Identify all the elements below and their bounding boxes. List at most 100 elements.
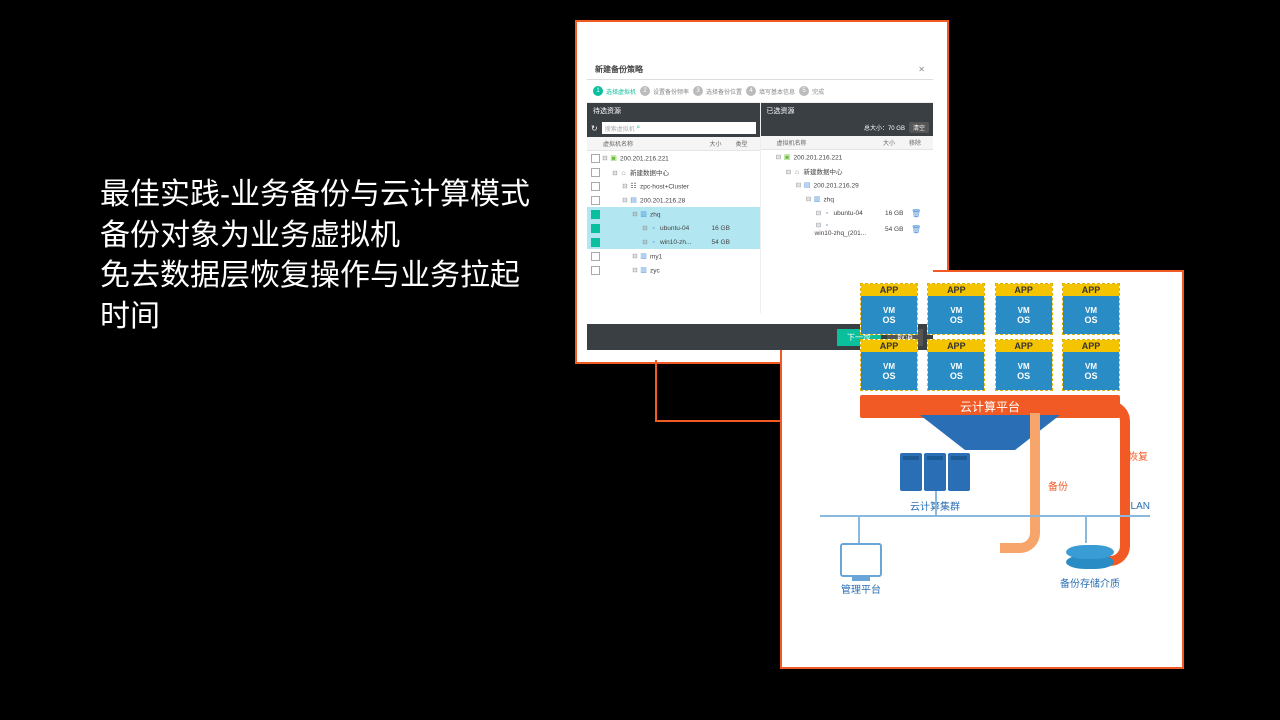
vm-box: APPVMOS xyxy=(927,339,985,391)
tree-row[interactable]: ⊟▥my1 xyxy=(587,249,760,263)
tree-row[interactable]: ⊟▫ubuntu-0416 GB xyxy=(587,221,760,235)
vm-icon: ▫ xyxy=(649,238,658,247)
vm-box: APPVMOS xyxy=(1062,339,1120,391)
selected-panel: 已选资源 总大小：70 GB 清空 虚拟机名称大小移除 ⊟▣200.201.21… xyxy=(761,103,934,313)
title-line2: 备份对象为业务虚拟机 xyxy=(100,216,540,257)
node-label: 新建数据中心 xyxy=(630,170,669,177)
step-1[interactable]: 1选择虚拟机 xyxy=(593,86,636,96)
available-header: 待选资源 xyxy=(587,103,760,119)
folder-icon: ▥ xyxy=(639,210,648,219)
vm-box: APPVMOS xyxy=(995,283,1053,335)
tree-row[interactable]: ⊟▤200.201.216.28 xyxy=(587,193,760,207)
tree-row[interactable]: ⊟⌂新建数据中心 xyxy=(587,165,760,179)
vm-icon: ▫ xyxy=(649,224,658,233)
vm-box: APPVMOS xyxy=(995,339,1053,391)
col-name: 虚拟机名称 xyxy=(777,138,884,147)
title-block: 最佳实践-业务备份与云计算模式 备份对象为业务虚拟机 免去数据层恢复操作与业务拉… xyxy=(100,175,540,337)
restore-label: 恢复 xyxy=(1128,448,1148,463)
backup-storage: 备份存储介质 xyxy=(1060,541,1120,590)
title-line3: 免去数据层恢复操作与业务拉起时间 xyxy=(100,256,540,337)
vline xyxy=(935,491,937,516)
col-name: 虚拟机名称 xyxy=(603,139,710,148)
node-label: 新建数据中心 xyxy=(804,169,843,176)
available-tree[interactable]: ⊟▣200.201.216.221⊟⌂新建数据中心⊟☷zpc-host+Clus… xyxy=(587,151,760,313)
node-label: zyc xyxy=(650,267,660,274)
vm-box: APPVMOS xyxy=(860,339,918,391)
folder-icon: ▥ xyxy=(639,266,648,275)
vc-icon: ▣ xyxy=(783,153,792,162)
folder-icon: ▥ xyxy=(813,195,822,204)
backup-arrow xyxy=(1000,413,1040,553)
vline xyxy=(1085,515,1087,543)
total-size: 总大小：70 GB xyxy=(864,123,905,132)
node-label: ubuntu-04 xyxy=(834,210,863,217)
tree-row[interactable]: ⊟▫win10-zh...54 GB xyxy=(587,235,760,249)
tree-row[interactable]: ⊟▣200.201.216.221 xyxy=(587,151,760,165)
selected-header: 已选资源 xyxy=(761,103,934,119)
checkbox[interactable] xyxy=(591,182,600,191)
remove-icon[interactable]: 🗑 xyxy=(911,209,921,218)
architecture-diagram: APPVMOSAPPVMOSAPPVMOSAPPVMOS APPVMOSAPPV… xyxy=(800,283,1160,653)
node-label: win10-zhq_(201... xyxy=(815,230,867,237)
tree-row[interactable]: ⊟☷zpc-host+Cluster xyxy=(587,179,760,193)
step-3[interactable]: 3选择备份位置 xyxy=(693,86,742,96)
node-label: 200.201.216.29 xyxy=(814,182,859,189)
col-del: 移除 xyxy=(909,138,929,147)
node-label: 200.201.216.221 xyxy=(794,154,843,161)
checkbox[interactable] xyxy=(591,168,600,177)
col-size: 大小 xyxy=(883,138,909,147)
step-2[interactable]: 2设置备份频率 xyxy=(640,86,689,96)
tree-row[interactable]: ⊟▫win10-zhq_(201...54 GB🗑 xyxy=(761,220,934,238)
checkbox[interactable] xyxy=(591,252,600,261)
lan-line xyxy=(820,515,1150,517)
tree-row[interactable]: ⊟⌂新建数据中心 xyxy=(761,164,934,178)
host-icon: ▤ xyxy=(803,181,812,190)
tree-row[interactable]: ⊟▥zhq xyxy=(587,207,760,221)
node-label: my1 xyxy=(650,253,662,260)
vm-box: APPVMOS xyxy=(860,283,918,335)
checkbox[interactable] xyxy=(591,210,600,219)
lan-label: LAN xyxy=(1131,501,1150,512)
checkbox[interactable] xyxy=(591,154,600,163)
folder-icon: ▥ xyxy=(639,252,648,261)
dialog-titlebar: 新建备份策略 ✕ xyxy=(587,60,933,80)
node-label: win10-zh... xyxy=(660,239,691,246)
checkbox[interactable] xyxy=(591,266,600,275)
node-label: zhq xyxy=(650,211,660,218)
tree-row[interactable]: ⊟▤200.201.216.29 xyxy=(761,178,934,192)
vm-icon: ▫ xyxy=(823,209,832,218)
remove-icon[interactable]: 🗑 xyxy=(911,225,921,234)
search-input[interactable]: 搜索虚拟机 ⌕ xyxy=(602,122,756,134)
dc-icon: ⌂ xyxy=(619,169,628,178)
vc-icon: ▣ xyxy=(609,154,618,163)
col-size: 大小 xyxy=(710,139,736,148)
checkbox[interactable] xyxy=(591,196,600,205)
clear-button[interactable]: 清空 xyxy=(909,122,929,133)
close-icon[interactable]: ✕ xyxy=(918,65,925,74)
disk-icon xyxy=(1066,545,1114,559)
slide: 最佳实践-业务备份与云计算模式 备份对象为业务虚拟机 免去数据层恢复操作与业务拉… xyxy=(0,0,1280,720)
vline xyxy=(858,515,860,545)
checkbox[interactable] xyxy=(591,238,600,247)
vm-box: APPVMOS xyxy=(927,283,985,335)
step-5[interactable]: 5完成 xyxy=(799,86,824,96)
tree-row[interactable]: ⊟▣200.201.216.221 xyxy=(761,150,934,164)
refresh-icon[interactable]: ↻ xyxy=(591,124,598,133)
node-label: zpc-host+Cluster xyxy=(640,183,689,190)
vm-icon: ▫ xyxy=(823,221,832,230)
tree-row[interactable]: ⊟▥zyc xyxy=(587,263,760,277)
dialog-title: 新建备份策略 xyxy=(595,64,643,75)
search-icon[interactable]: ⌕ xyxy=(636,124,640,132)
tree-row[interactable]: ⊟▥zhq xyxy=(761,192,934,206)
col-type: 类型 xyxy=(736,139,756,148)
checkbox[interactable] xyxy=(591,224,600,233)
available-panel: 待选资源 ↻ 搜索虚拟机 ⌕ 虚拟机名称大小类型 ⊟▣200.201.216.2… xyxy=(587,103,761,313)
tree-row[interactable]: ⊟▫ubuntu-0416 GB🗑 xyxy=(761,206,934,220)
node-label: 200.201.216.221 xyxy=(620,155,669,162)
node-label: ubuntu-04 xyxy=(660,225,689,232)
backup-label: 备份 xyxy=(1048,478,1068,493)
dc-icon: ⌂ xyxy=(793,168,802,177)
step-4[interactable]: 4填写基本信息 xyxy=(746,86,795,96)
cluster-icon: ☷ xyxy=(629,182,638,191)
connector-line xyxy=(655,360,782,422)
